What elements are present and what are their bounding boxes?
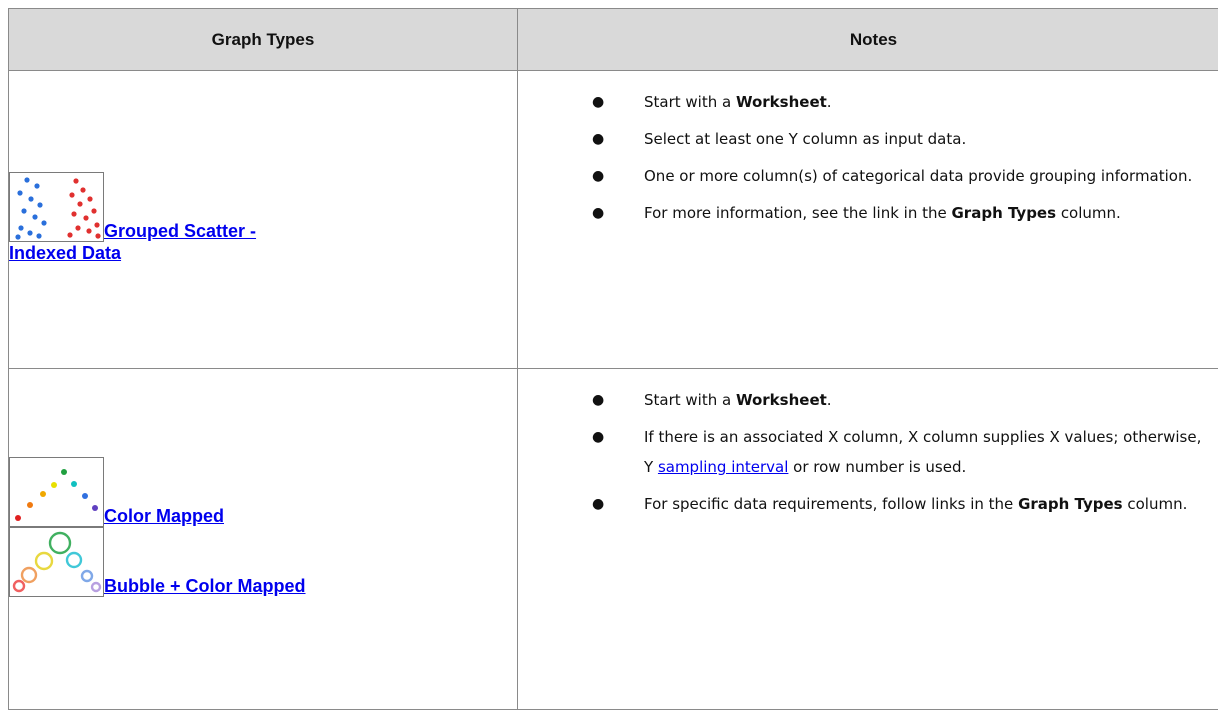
- list-item: ● Start with a Worksheet.: [592, 391, 832, 409]
- list-item: ● For more information, see the link in t…: [592, 204, 1121, 222]
- graph-types-table: Graph Types Notes Grouped Scatter - Inde…: [8, 8, 1218, 710]
- color-mapped-link[interactable]: Color Mapped: [104, 505, 224, 527]
- bubble-color-mapped-thumbnail-icon[interactable]: [9, 526, 104, 597]
- list-item: ● If there is an associated X column, X c…: [592, 428, 1202, 476]
- sampling-interval-link[interactable]: sampling interval: [658, 458, 788, 476]
- grouped-scatter-link[interactable]: Grouped Scatter -: [104, 220, 256, 242]
- notes-list: ● Start with a Worksheet. ● If there is an…: [518, 385, 1218, 519]
- header-graph-types: Graph Types: [8, 8, 518, 71]
- header-notes: Notes: [517, 8, 1218, 71]
- table-row: Color Mapped Bubble + Color Mapped ● Sta…: [8, 368, 1218, 710]
- list-item: ● One or more column(s) of categorical da…: [592, 167, 1193, 185]
- grouped-scatter-thumbnail-icon[interactable]: [9, 171, 104, 242]
- graph-types-cell: Grouped Scatter - Indexed Data: [8, 70, 518, 369]
- color-mapped-thumbnail-icon[interactable]: [9, 456, 104, 527]
- graph-types-cell: Color Mapped Bubble + Color Mapped: [8, 368, 518, 710]
- table-row: Grouped Scatter - Indexed Data ● Start wi…: [8, 70, 1218, 369]
- bubble-color-mapped-link[interactable]: Bubble + Color Mapped: [104, 575, 306, 597]
- list-item: ● Select at least one Y column as input d…: [592, 130, 967, 148]
- notes-list: ● Start with a Worksheet. ● Select at leas…: [518, 87, 1218, 228]
- grouped-scatter-link-line2[interactable]: Indexed Data: [9, 242, 517, 264]
- notes-cell: ● Start with a Worksheet. ● If there is an…: [517, 368, 1218, 710]
- list-item: ● Start with a Worksheet.: [592, 93, 832, 111]
- list-item: ● For specific data requirements, follow …: [592, 495, 1188, 513]
- table-header-row: Graph Types Notes: [8, 8, 1218, 71]
- notes-cell: ● Start with a Worksheet. ● Select at leas…: [517, 70, 1218, 369]
